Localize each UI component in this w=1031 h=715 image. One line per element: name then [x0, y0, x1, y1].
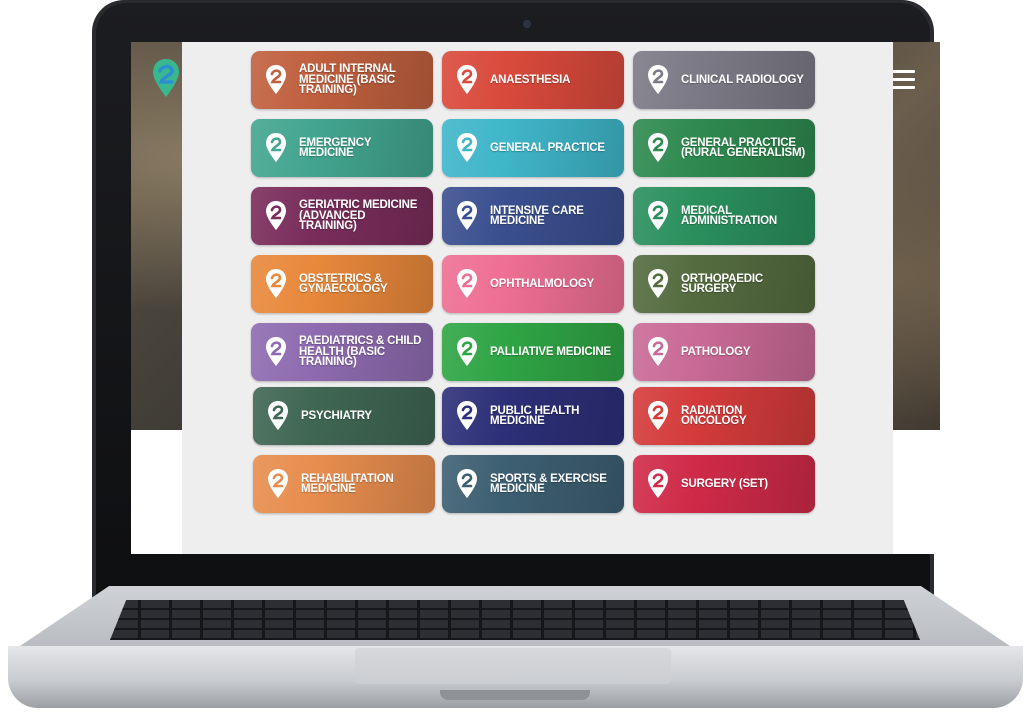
- pin-logo-icon: [648, 337, 668, 366]
- specialty-tile[interactable]: Obstetrics & Gynaecology: [251, 255, 433, 313]
- specialty-tile[interactable]: Geriatric Medicine (Advanced Training): [251, 187, 433, 245]
- pin-logo-icon: [266, 133, 286, 162]
- specialty-tile[interactable]: Pathology: [633, 323, 815, 381]
- laptop-screen: Adult Internal Medicine (Basic Training)…: [131, 42, 940, 554]
- specialty-tile[interactable]: General Practice: [442, 119, 624, 177]
- specialty-tile-label: General Practice (Rural Generalism): [681, 136, 805, 159]
- specialty-tile-label: Geriatric Medicine (Advanced Training): [299, 199, 418, 233]
- keyboard: [110, 600, 920, 640]
- specialty-tile[interactable]: Anaesthesia: [442, 51, 624, 109]
- specialty-tile-label: Emergency Medicine: [299, 136, 372, 159]
- specialty-tile-label: Pathology: [681, 345, 751, 358]
- specialty-tile-label: Medical Administration: [681, 204, 778, 227]
- specialty-tile[interactable]: Adult Internal Medicine (Basic Training): [251, 51, 433, 109]
- specialty-tile[interactable]: Palliative Medicine: [442, 323, 624, 381]
- hamburger-menu-icon[interactable]: [891, 70, 915, 90]
- camera-icon: [523, 20, 531, 28]
- specialty-tile[interactable]: Intensive Care Medicine: [442, 187, 624, 245]
- pin-logo-icon: [648, 401, 668, 430]
- specialty-tile-label: Public Health Medicine: [490, 404, 580, 427]
- specialty-tile-label: Intensive Care Medicine: [490, 204, 584, 227]
- specialty-panel: Adult Internal Medicine (Basic Training)…: [182, 42, 893, 554]
- specialty-tile[interactable]: Rehabilitation Medicine: [253, 455, 435, 513]
- pin-logo-icon: [266, 65, 286, 94]
- specialty-tile[interactable]: Orthopaedic Surgery: [633, 255, 815, 313]
- specialty-tile-label: General Practice: [490, 141, 605, 154]
- specialty-tile-label: Orthopaedic Surgery: [681, 272, 763, 295]
- pin-logo-icon: [266, 201, 286, 230]
- pin-logo-icon: [457, 469, 477, 498]
- specialty-tile[interactable]: Radiation Oncology: [633, 387, 815, 445]
- pin-logo-icon: [457, 401, 477, 430]
- specialty-tile-label: Anaesthesia: [490, 73, 571, 86]
- pin-logo-icon: [457, 133, 477, 162]
- specialty-tile[interactable]: Emergency Medicine: [251, 119, 433, 177]
- pin-logo-icon: [266, 337, 286, 366]
- laptop-notch: [440, 690, 590, 700]
- specialty-tile-label: Palliative Medicine: [490, 345, 611, 358]
- specialty-tile[interactable]: Psychiatry: [253, 387, 435, 445]
- specialty-tile-label: Radiation Oncology: [681, 404, 747, 427]
- specialty-tile-label: Psychiatry: [301, 409, 372, 422]
- specialty-tile[interactable]: Public Health Medicine: [442, 387, 624, 445]
- specialty-tile-label: Ophthalmology: [490, 277, 595, 290]
- specialty-tile[interactable]: Clinical Radiology: [633, 51, 815, 109]
- pin-logo-icon: [266, 269, 286, 298]
- specialty-tile-label: Paediatrics & Child Health (Basic Traini…: [299, 335, 422, 369]
- trackpad: [355, 648, 671, 684]
- pin-logo-icon: [457, 337, 477, 366]
- specialty-tile[interactable]: Sports & Exercise Medicine: [442, 455, 624, 513]
- specialty-tile-label: Obstetrics & Gynaecology: [299, 272, 388, 295]
- specialty-tile[interactable]: Paediatrics & Child Health (Basic Traini…: [251, 323, 433, 381]
- specialty-tile-label: Rehabilitation Medicine: [301, 472, 394, 495]
- pin-logo-icon: [648, 201, 668, 230]
- pin-logo-icon: [268, 401, 288, 430]
- pin-logo-icon: [648, 133, 668, 162]
- pin-logo-icon: [457, 201, 477, 230]
- pin-logo-icon: [648, 469, 668, 498]
- specialty-tile-label: Surgery (SET): [681, 477, 768, 490]
- pin-logo-icon: [648, 65, 668, 94]
- specialty-tile[interactable]: Ophthalmology: [442, 255, 624, 313]
- specialty-tile[interactable]: General Practice (Rural Generalism): [633, 119, 815, 177]
- pin-logo-icon: [648, 269, 668, 298]
- pin-logo-icon[interactable]: [151, 58, 181, 98]
- specialty-tile-label: Sports & Exercise Medicine: [490, 472, 607, 495]
- pin-logo-icon: [457, 65, 477, 94]
- pin-logo-icon: [268, 469, 288, 498]
- specialty-tile[interactable]: Surgery (SET): [633, 455, 815, 513]
- specialty-tile-label: Clinical Radiology: [681, 73, 804, 86]
- specialty-tile-label: Adult Internal Medicine (Basic Training): [299, 63, 396, 97]
- pin-logo-icon: [457, 269, 477, 298]
- specialty-tile[interactable]: Medical Administration: [633, 187, 815, 245]
